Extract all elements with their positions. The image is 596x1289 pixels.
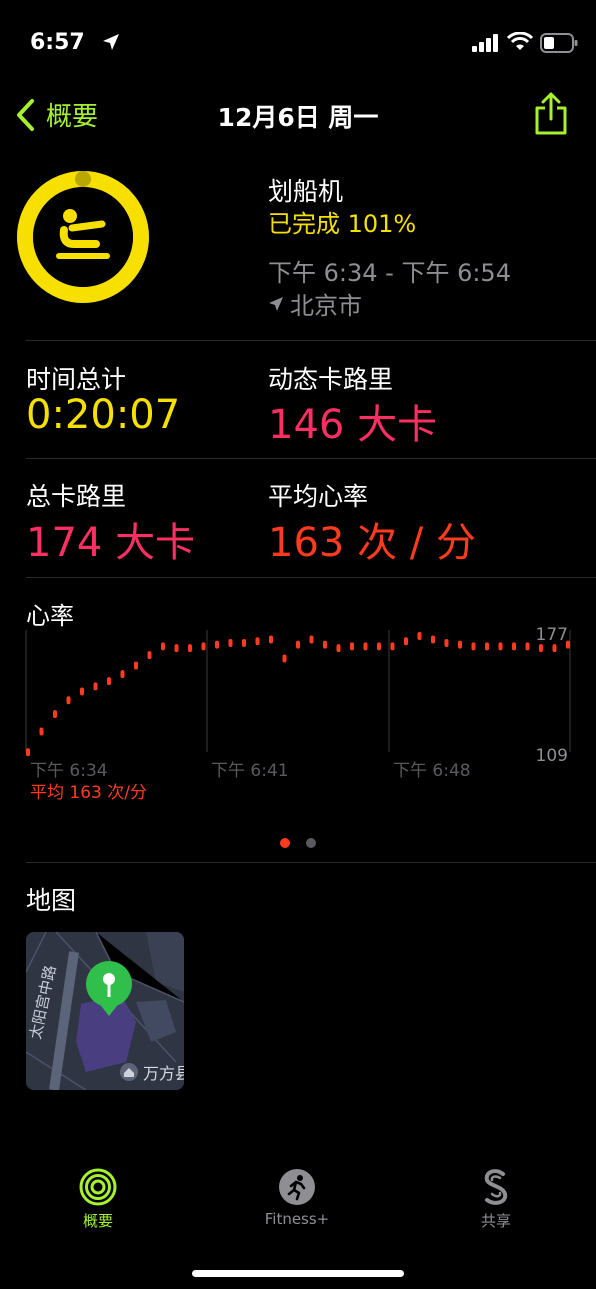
heart-rate-point bbox=[201, 642, 206, 651]
fitness-runner-icon bbox=[279, 1169, 315, 1205]
heart-rate-point bbox=[525, 642, 530, 651]
heart-rate-point bbox=[282, 654, 287, 663]
activity-rings-icon bbox=[79, 1168, 117, 1206]
heart-rate-point bbox=[377, 642, 381, 651]
map-section-title: 地图 bbox=[26, 886, 77, 915]
heart-rate-point bbox=[93, 682, 98, 691]
heart-rate-point bbox=[80, 687, 84, 696]
heart-rate-point bbox=[512, 642, 516, 651]
heart-rate-point bbox=[336, 644, 341, 653]
map-thumbnail[interactable]: 万方县 太阳宫中路 bbox=[26, 932, 184, 1090]
heart-rate-point bbox=[39, 727, 44, 736]
heart-rate-point bbox=[431, 635, 435, 644]
map-poi-label: 万方县 bbox=[143, 1064, 184, 1083]
workout-name: 划船机 bbox=[268, 177, 344, 206]
heart-rate-point bbox=[404, 637, 408, 646]
heart-rate-point bbox=[107, 677, 111, 686]
poi-icon bbox=[120, 1063, 138, 1081]
workout-time-range: 下午 6:34 - 下午 6:54 bbox=[268, 259, 511, 287]
heart-rate-point bbox=[161, 642, 165, 651]
stat-value-total-time: 0:20:07 bbox=[26, 392, 181, 438]
stat-label-avg-heart-rate: 平均心率 bbox=[268, 482, 369, 511]
tab-summary[interactable]: 概要 bbox=[38, 1168, 158, 1231]
heart-rate-point bbox=[350, 642, 354, 651]
y-min-label: 109 bbox=[536, 746, 568, 766]
workout-completion: 已完成 101% bbox=[268, 210, 417, 238]
heart-rate-point bbox=[215, 640, 219, 649]
cellular-signal-icon bbox=[472, 34, 500, 56]
x-tick-label: 下午 6:48 bbox=[393, 761, 471, 781]
heart-rate-point bbox=[188, 644, 192, 653]
heart-rate-point bbox=[309, 635, 314, 644]
location-arrow-icon bbox=[269, 296, 283, 311]
heart-rate-point bbox=[552, 644, 557, 653]
heart-rate-point bbox=[120, 670, 125, 679]
status-time: 6:57 bbox=[30, 30, 85, 55]
location-arrow-icon bbox=[102, 33, 120, 55]
x-tick-label: 下午 6:41 bbox=[211, 761, 289, 781]
stat-label-total-calories: 总卡路里 bbox=[26, 482, 127, 511]
divider bbox=[26, 862, 596, 863]
heart-rate-point bbox=[390, 642, 395, 651]
heart-rate-point bbox=[539, 644, 543, 653]
tab-sharing[interactable]: 共享 bbox=[436, 1168, 556, 1231]
heart-rate-point bbox=[363, 642, 368, 651]
heart-rate-point bbox=[228, 638, 233, 647]
wifi-icon bbox=[506, 31, 534, 56]
heart-rate-point bbox=[134, 661, 138, 670]
tab-label: 共享 bbox=[480, 1212, 511, 1230]
heart-rate-point bbox=[242, 638, 246, 647]
heart-rate-point bbox=[444, 638, 449, 647]
location-label: 北京市 bbox=[290, 292, 362, 320]
heart-rate-point bbox=[147, 651, 152, 660]
home-indicator bbox=[192, 1270, 404, 1277]
heart-rate-point bbox=[66, 696, 71, 705]
stat-value-active-calories: 146 大卡 bbox=[268, 402, 438, 448]
heart-rate-point bbox=[255, 637, 260, 646]
battery-icon bbox=[540, 33, 578, 57]
tab-label: Fitness+ bbox=[264, 1210, 330, 1228]
workout-location: 北京市 bbox=[268, 286, 362, 321]
heart-rate-point bbox=[417, 632, 422, 640]
page-indicator-dot-active[interactable] bbox=[280, 838, 290, 848]
stat-value-total-calories: 174 大卡 bbox=[26, 520, 196, 566]
heart-rate-point bbox=[26, 748, 30, 757]
heart-rate-point bbox=[53, 710, 57, 719]
heart-rate-chart[interactable]: 177 109 下午 6:34 下午 6:41 下午 6:48 平均 163 次… bbox=[0, 620, 596, 810]
share-icon bbox=[535, 92, 567, 135]
heart-rate-point bbox=[485, 642, 489, 651]
share-button[interactable] bbox=[533, 92, 569, 136]
average-heart-rate-label: 平均 163 次/分 bbox=[30, 783, 147, 803]
divider bbox=[26, 577, 596, 578]
heart-rate-point bbox=[174, 644, 179, 653]
tab-fitness-plus[interactable]: Fitness+ bbox=[237, 1168, 357, 1228]
stat-value-avg-heart-rate: 163 次 / 分 bbox=[268, 520, 476, 566]
page-title: 12月6日 周一 bbox=[217, 103, 379, 132]
divider bbox=[26, 340, 596, 341]
x-tick-label: 下午 6:34 bbox=[30, 761, 108, 781]
tab-label: 概要 bbox=[82, 1212, 113, 1230]
y-max-label: 177 bbox=[536, 625, 568, 645]
page-indicator-dot[interactable] bbox=[306, 838, 316, 848]
heart-rate-point bbox=[471, 642, 476, 651]
heart-rate-point bbox=[296, 640, 300, 649]
heart-rate-point bbox=[498, 642, 503, 651]
stat-label-total-time: 时间总计 bbox=[26, 365, 127, 394]
stat-label-active-calories: 动态卡路里 bbox=[268, 365, 394, 394]
heart-rate-point bbox=[323, 640, 327, 649]
workout-ring bbox=[16, 170, 150, 304]
divider bbox=[26, 458, 596, 459]
heart-rate-point bbox=[269, 635, 273, 644]
heart-rate-point bbox=[458, 640, 462, 649]
sharing-icon bbox=[484, 1169, 508, 1205]
